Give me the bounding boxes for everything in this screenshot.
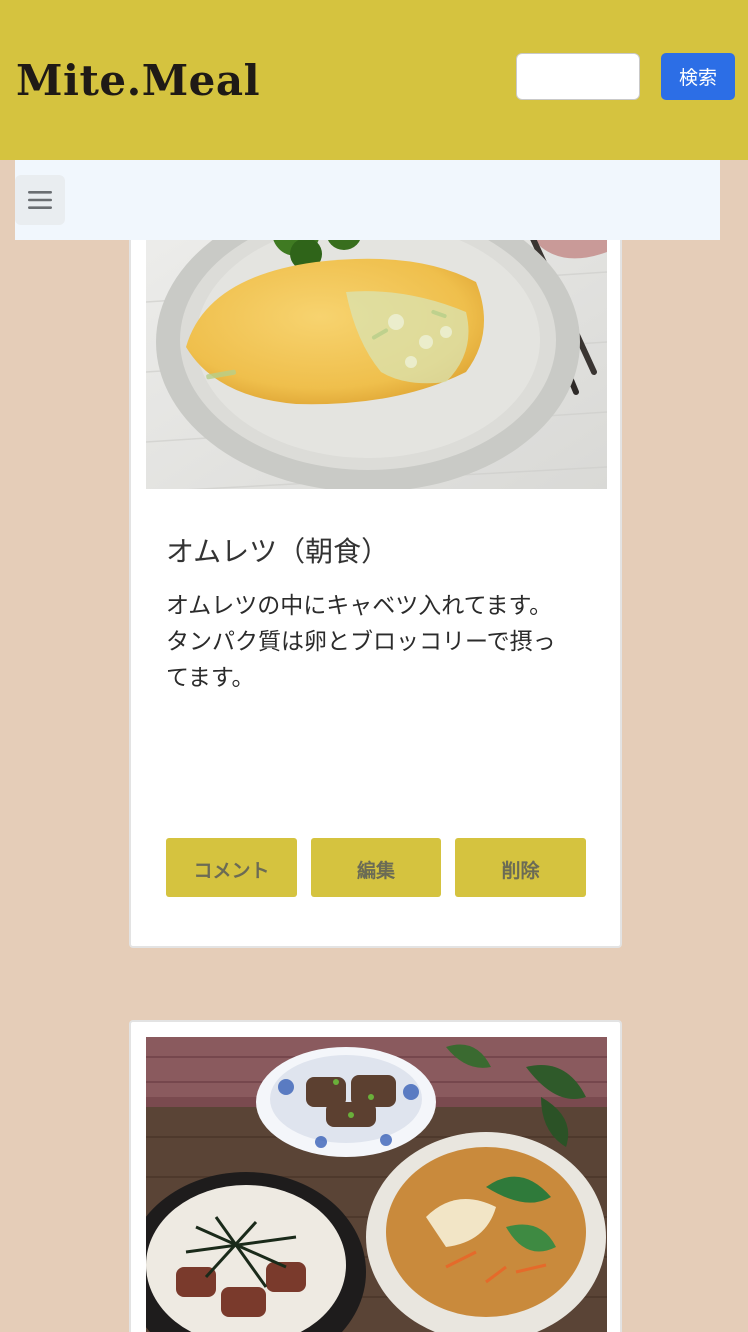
- search-input[interactable]: [516, 53, 640, 100]
- post-card: オムレツ（朝食） オムレツの中にキャベツ入れてます。 タンパク質は卵とブロッコリ…: [129, 190, 622, 948]
- page: Mite.Meal 検索 オムレツ（朝食） オムレツの中にキャベツ入れてます。 …: [0, 0, 748, 1332]
- post-card: [129, 1020, 622, 1332]
- edit-button[interactable]: 編集: [311, 838, 441, 897]
- header: Mite.Meal 検索: [0, 0, 748, 160]
- comment-button[interactable]: コメント: [166, 838, 297, 897]
- search-button[interactable]: 検索: [661, 53, 735, 100]
- post-description-line: てます。: [166, 665, 255, 691]
- post-title: オムレツ（朝食）: [166, 535, 390, 568]
- site-logo[interactable]: Mite.Meal: [16, 56, 260, 105]
- post-description-line: オムレツの中にキャベツ入れてます。: [166, 593, 553, 619]
- post-actions: コメント 編集 削除: [166, 838, 586, 898]
- menu-toggle-button[interactable]: [15, 175, 65, 225]
- delete-button[interactable]: 削除: [455, 838, 586, 897]
- donburi-and-soup-photo: [146, 1037, 607, 1332]
- hamburger-menu-icon: [27, 189, 53, 211]
- navbar: [15, 160, 720, 240]
- post-description: オムレツの中にキャベツ入れてます。 タンパク質は卵とブロッコリーで摂っ てます。: [166, 588, 586, 696]
- post-description-line: タンパク質は卵とブロッコリーで摂っ: [166, 629, 556, 655]
